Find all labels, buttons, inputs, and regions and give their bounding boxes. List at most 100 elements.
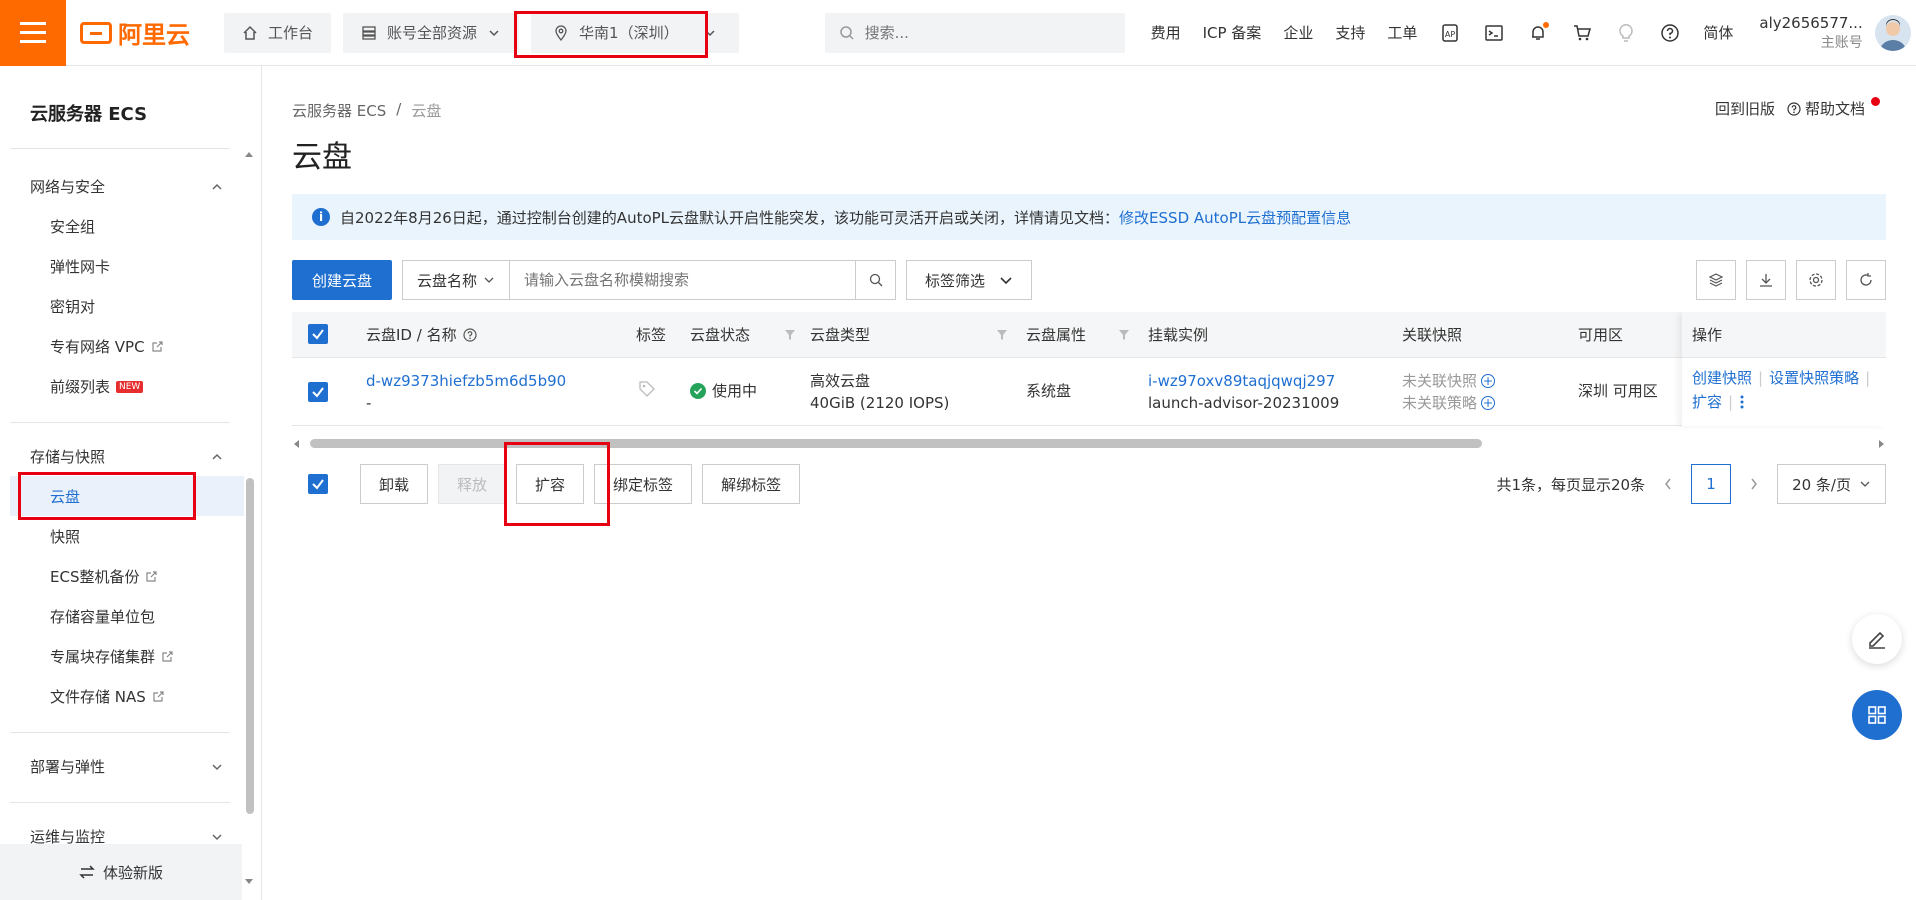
sidebar-item-label: ECS整机备份 [50, 568, 140, 586]
search-field-select[interactable]: 云盘名称 [402, 260, 511, 300]
sidebar-scrollbar[interactable] [246, 478, 254, 814]
try-new-version-button[interactable]: 体验新版 [0, 844, 242, 900]
layers-button[interactable] [1696, 260, 1736, 300]
tag-filter-dropdown[interactable]: 标签筛选 [906, 260, 1033, 300]
apps-button[interactable] [1852, 690, 1902, 740]
page-number[interactable]: 1 [1691, 464, 1732, 504]
global-search-input[interactable] [864, 23, 1085, 42]
sidebar-item-keypair[interactable]: 密钥对 [50, 296, 95, 317]
batch-checkbox[interactable] [308, 474, 328, 494]
filter-icon[interactable] [996, 329, 1008, 341]
edit-icon [1869, 631, 1885, 649]
op-resize[interactable]: 扩容 [1692, 390, 1722, 414]
help-icon[interactable] [1659, 22, 1681, 44]
more-vertical-icon[interactable] [1739, 394, 1745, 410]
menu-icon[interactable] [0, 0, 66, 66]
chevron-down-icon [212, 763, 222, 770]
workbench-button[interactable]: 工作台 [224, 12, 332, 53]
col-header-label: 云盘状态 [690, 326, 751, 344]
select-all-checkbox[interactable] [308, 324, 328, 344]
col-header-label: 云盘属性 [1026, 326, 1087, 344]
unbind-tag-button[interactable]: 解绑标签 [702, 464, 801, 504]
aliyun-logo[interactable]: 阿里云 [66, 15, 196, 50]
resources-dropdown[interactable]: 账号全部资源 [343, 12, 520, 53]
col-header-snapshot: 关联快照 [1402, 324, 1462, 346]
table-horizontal-scrollbar[interactable] [292, 436, 1886, 450]
detach-button[interactable]: 卸载 [360, 464, 429, 504]
notice-link[interactable]: 修改ESSD AutoPL云盘预配置信息 [1119, 207, 1351, 228]
chevron-right-icon[interactable] [1749, 477, 1759, 491]
help-icon[interactable] [462, 328, 477, 342]
top-link-icp[interactable]: ICP 备案 [1203, 22, 1262, 43]
scroll-right-icon[interactable] [1878, 439, 1886, 449]
terminal-icon[interactable] [1483, 22, 1505, 44]
sidebar-item-label: 前缀列表 [50, 378, 111, 396]
release-button[interactable]: 释放 [438, 464, 507, 504]
scroll-up-icon[interactable] [244, 150, 254, 158]
cart-icon[interactable] [1571, 22, 1593, 44]
chevron-left-icon[interactable] [1663, 477, 1673, 491]
filter-icon[interactable] [784, 329, 796, 341]
lightbulb-icon[interactable] [1615, 22, 1637, 44]
sidebar-item-backup[interactable]: ECS整机备份 [50, 566, 158, 587]
filter-icon[interactable] [1118, 329, 1130, 341]
create-disk-button[interactable]: 创建云盘 [292, 260, 393, 300]
op-create-snapshot[interactable]: 创建快照 [1692, 366, 1752, 390]
sidebar-item-dbsc[interactable]: 专属块存储集群 [50, 646, 174, 667]
table-header: 云盘ID / 名称 标签 云盘状态 云盘类型 云盘属性 挂载实例 关联快照 可用… [292, 312, 1886, 358]
op-set-policy[interactable]: 设置快照策略 [1769, 366, 1859, 390]
ap-icon[interactable]: AP [1439, 22, 1461, 44]
top-link-enterprise[interactable]: 企业 [1283, 22, 1313, 43]
tag-icon[interactable] [638, 380, 656, 398]
scrollbar-thumb[interactable] [310, 439, 1482, 448]
sidebar-item-scu[interactable]: 存储容量单位包 [50, 606, 155, 627]
search-icon [839, 25, 854, 40]
help-doc-link[interactable]: 帮助文档 [1787, 98, 1865, 119]
logo-text: 阿里云 [118, 21, 190, 49]
top-link-ticket[interactable]: 工单 [1387, 22, 1417, 43]
sidebar-item-prefix-list[interactable]: 前缀列表 NEW [50, 376, 144, 397]
download-button[interactable] [1746, 260, 1786, 300]
sidebar-item-nas[interactable]: 文件存储 NAS [50, 686, 165, 707]
global-search[interactable] [824, 12, 1125, 53]
breadcrumb-current: 云盘 [411, 102, 442, 120]
link-policy[interactable]: 未关联策略 + [1402, 392, 1496, 414]
disk-id-link[interactable]: d-wz9373hiefzb5m6d5b90 [366, 370, 566, 392]
sidebar-group-network[interactable]: 网络与安全 [30, 176, 224, 197]
sidebar-group-storage[interactable]: 存储与快照 [30, 446, 224, 467]
row-checkbox[interactable] [308, 382, 328, 402]
sidebar-item-disk[interactable]: 云盘 [50, 486, 80, 507]
scroll-down-icon[interactable] [244, 878, 254, 886]
sidebar-divider [10, 732, 230, 733]
sidebar-item-vpc[interactable]: 专有网络 VPC [50, 336, 164, 357]
avatar[interactable] [1874, 14, 1911, 51]
disk-search-button[interactable] [855, 261, 895, 299]
language-switch[interactable]: 简体 [1703, 22, 1733, 43]
bell-icon[interactable] [1527, 21, 1550, 44]
resize-button[interactable]: 扩容 [516, 464, 585, 504]
sidebar-item-snapshot[interactable]: 快照 [50, 526, 80, 547]
info-icon: i [312, 208, 330, 226]
disk-search-input[interactable] [510, 261, 856, 299]
refresh-button[interactable] [1846, 260, 1886, 300]
sidebar: 云服务器 ECS 网络与安全 安全组 弹性网卡 密钥对 专有网络 VPC 前缀列… [0, 66, 262, 900]
sidebar-item-label: 专有网络 VPC [50, 338, 145, 356]
settings-button[interactable] [1796, 260, 1836, 300]
sidebar-group-deploy[interactable]: 部署与弹性 [30, 756, 224, 777]
instance-id-link[interactable]: i-wz97oxv89taqjqwqj297 [1148, 370, 1335, 392]
scroll-left-icon[interactable] [292, 439, 300, 449]
bind-tag-button[interactable]: 绑定标签 [594, 464, 693, 504]
notice-text: 自2022年8月26日起，通过控制台创建的AutoPL云盘默认开启性能突发，该功… [340, 208, 1120, 227]
top-link-support[interactable]: 支持 [1335, 22, 1365, 43]
sidebar-item-eni[interactable]: 弹性网卡 [50, 256, 110, 277]
breadcrumb-ecs[interactable]: 云服务器 ECS [292, 100, 386, 121]
back-to-old-link[interactable]: 回到旧版 [1715, 98, 1775, 119]
feedback-button[interactable] [1852, 614, 1902, 664]
batch-actions-bar: 卸载 释放 扩容 绑定标签 解绑标签 共1条，每页显示20条 1 20 条/页 [292, 464, 1886, 504]
link-snapshot[interactable]: 未关联快照 + [1402, 370, 1496, 392]
top-link-fees[interactable]: 费用 [1151, 22, 1181, 43]
page-size-select[interactable]: 20 条/页 [1777, 464, 1886, 504]
region-dropdown[interactable]: 华南1（深圳） [531, 12, 739, 53]
user-account[interactable]: aly2656577... 主账号 [1759, 13, 1862, 53]
sidebar-item-security-group[interactable]: 安全组 [50, 216, 95, 237]
